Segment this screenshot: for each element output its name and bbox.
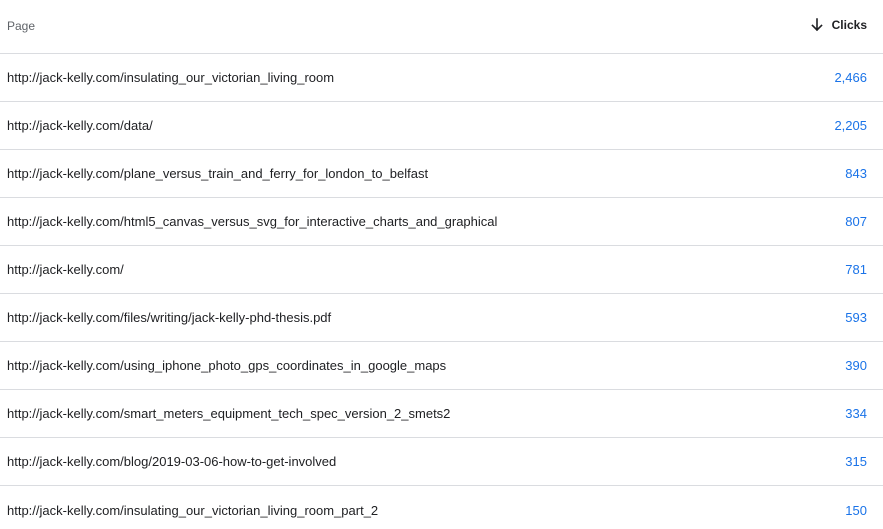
table-row[interactable]: http://jack-kelly.com/insulating_our_vic… bbox=[0, 54, 883, 102]
clicks-value: 150 bbox=[845, 502, 867, 518]
page-url: http://jack-kelly.com/files/writing/jack… bbox=[7, 310, 332, 325]
page-url: http://jack-kelly.com/blog/2019-03-06-ho… bbox=[7, 454, 337, 469]
clicks-value: 781 bbox=[845, 262, 867, 277]
page-url: http://jack-kelly.com/using_iphone_photo… bbox=[7, 358, 447, 373]
clicks-value: 334 bbox=[845, 406, 867, 421]
column-header-page[interactable]: Page bbox=[0, 19, 35, 33]
table-header: Page Clicks bbox=[0, 0, 883, 54]
table-row[interactable]: http://jack-kelly.com/blog/2019-03-06-ho… bbox=[0, 438, 883, 486]
table-row[interactable]: http://jack-kelly.com/insulating_our_vic… bbox=[0, 486, 883, 529]
clicks-value: 2,205 bbox=[834, 118, 867, 133]
page-url: http://jack-kelly.com/plane_versus_train… bbox=[7, 166, 429, 181]
page-url: http://jack-kelly.com/insulating_our_vic… bbox=[7, 502, 379, 518]
clicks-value: 843 bbox=[845, 166, 867, 181]
page-url: http://jack-kelly.com/data/ bbox=[7, 118, 153, 133]
table-row[interactable]: http://jack-kelly.com/plane_versus_train… bbox=[0, 150, 883, 198]
page-url: http://jack-kelly.com/smart_meters_equip… bbox=[7, 406, 451, 421]
clicks-value: 2,466 bbox=[834, 70, 867, 85]
table-row[interactable]: http://jack-kelly.com/ 781 bbox=[0, 246, 883, 294]
clicks-value: 593 bbox=[845, 310, 867, 325]
table-row[interactable]: http://jack-kelly.com/html5_canvas_versu… bbox=[0, 198, 883, 246]
table-row[interactable]: http://jack-kelly.com/files/writing/jack… bbox=[0, 294, 883, 342]
clicks-value: 807 bbox=[845, 214, 867, 229]
clicks-value: 390 bbox=[845, 358, 867, 373]
clicks-header-label: Clicks bbox=[831, 18, 867, 32]
table-row[interactable]: http://jack-kelly.com/using_iphone_photo… bbox=[0, 342, 883, 390]
arrow-down-icon bbox=[811, 18, 823, 32]
pages-table: Page Clicks http://jack-kelly.com/insula… bbox=[0, 0, 883, 529]
column-header-clicks[interactable]: Clicks bbox=[811, 18, 883, 32]
page-url: http://jack-kelly.com/insulating_our_vic… bbox=[7, 70, 335, 85]
page-url: http://jack-kelly.com/html5_canvas_versu… bbox=[7, 214, 498, 229]
clicks-value: 315 bbox=[845, 454, 867, 469]
page-url: http://jack-kelly.com/ bbox=[7, 262, 124, 277]
table-row[interactable]: http://jack-kelly.com/smart_meters_equip… bbox=[0, 390, 883, 438]
table-row[interactable]: http://jack-kelly.com/data/ 2,205 bbox=[0, 102, 883, 150]
